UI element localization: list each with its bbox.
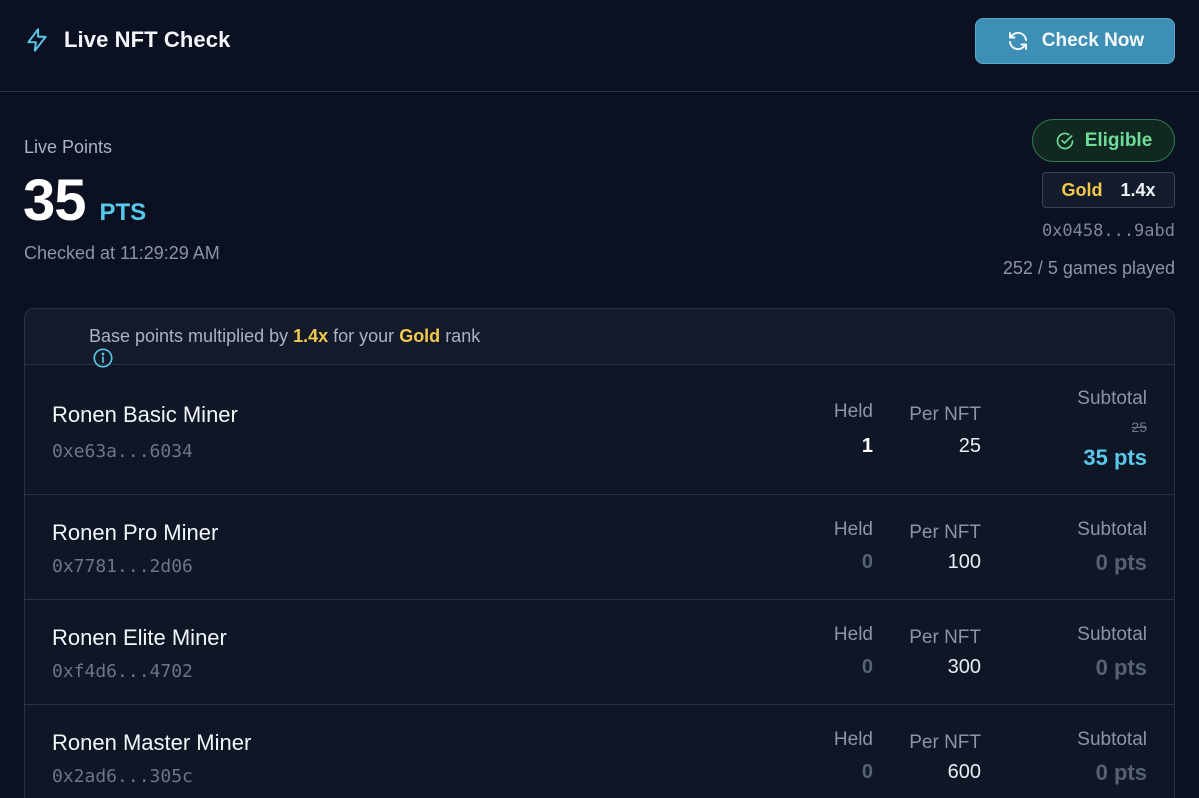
subtotal-value: 0 pts [1095, 550, 1147, 575]
points-value: 35 [23, 168, 87, 233]
nft-address: 0x7781...2d06 [52, 556, 193, 577]
info-icon [52, 326, 113, 368]
nft-row: Ronen Master Miner 0x2ad6...305c Held 0 … [25, 705, 1174, 798]
subtotal-label: Subtotal [1077, 729, 1147, 750]
nft-row: Ronen Pro Miner 0x7781...2d06 Held 0 Per… [25, 495, 1174, 600]
wallet-address: 0x0458...9abd [1041, 221, 1175, 241]
held-label: Held [833, 519, 873, 540]
held-value: 0 [861, 761, 873, 783]
subtotal-value: 0 pts [1095, 655, 1147, 680]
held-value: 0 [861, 656, 873, 678]
info-text-middle: for your [328, 326, 400, 346]
check-now-button[interactable]: Check Now [975, 18, 1175, 64]
checked-at-timestamp: Checked at 11:29:29 AM [24, 243, 220, 263]
held-value: 1 [861, 435, 873, 457]
held-label: Held [833, 401, 873, 422]
refresh-icon [1006, 29, 1030, 53]
nft-name: Ronen Elite Miner [52, 625, 227, 650]
nft-row: Ronen Basic Miner 0xe63a...6034 Held 1 P… [25, 365, 1174, 495]
page-title: Live NFT Check [64, 27, 231, 52]
base-subtotal: 25 [1131, 419, 1147, 435]
live-nft-check-page: Live NFT Check Check Now Live Points 35 … [0, 0, 1199, 798]
info-multiplier: 1.4x [293, 326, 329, 346]
info-text-prefix: Base points multiplied by [89, 326, 294, 346]
points-unit: PTS [99, 199, 147, 226]
info-text-suffix: rank [440, 326, 481, 346]
info-rank: Gold [399, 326, 441, 346]
nft-breakdown-card: Base points multiplied by 1.4x for your … [24, 308, 1175, 798]
held-label: Held [833, 729, 873, 750]
per-nft-value: 25 [958, 435, 981, 457]
check-now-label: Check Now [1041, 30, 1145, 51]
subtotal-label: Subtotal [1077, 519, 1147, 540]
rank-name: Gold [1061, 179, 1103, 200]
nft-name: Ronen Master Miner [52, 730, 252, 755]
header-title-group: Live NFT Check [24, 27, 230, 53]
eligible-label: Eligible [1084, 129, 1153, 151]
nft-address: 0xe63a...6034 [52, 441, 193, 462]
per-nft-label: Per NFT [909, 522, 981, 543]
per-nft-label: Per NFT [909, 627, 981, 648]
subtotal-value: 35 pts [1083, 445, 1147, 470]
nft-row: Ronen Elite Miner 0xf4d6...4702 Held 0 P… [25, 600, 1174, 705]
nft-address: 0x2ad6...305c [52, 766, 193, 787]
nft-name: Ronen Basic Miner [52, 402, 238, 427]
bolt-icon [24, 27, 50, 53]
per-nft-value: 600 [947, 761, 981, 783]
per-nft-label: Per NFT [909, 732, 981, 753]
nft-address: 0xf4d6...4702 [52, 661, 193, 682]
nft-name: Ronen Pro Miner [52, 520, 219, 545]
subtotal-value: 0 pts [1095, 760, 1147, 785]
held-label: Held [833, 624, 873, 645]
held-value: 0 [861, 551, 873, 573]
games-played: 252 / 5 games played [1002, 258, 1175, 278]
per-nft-value: 100 [947, 551, 981, 573]
header: Live NFT Check Check Now [0, 0, 1199, 92]
per-nft-value: 300 [947, 656, 981, 678]
subtotal-label: Subtotal [1077, 624, 1147, 645]
live-points-label: Live Points [24, 137, 113, 157]
multiplier-info-bar: Base points multiplied by 1.4x for your … [25, 309, 1174, 368]
points-display: 35 PTS [23, 168, 146, 234]
subtotal-label: Subtotal [1077, 388, 1147, 409]
rank-badge: Gold 1.4x [1042, 172, 1175, 208]
rank-multiplier: 1.4x [1120, 179, 1156, 200]
eligible-badge: Eligible [1032, 119, 1175, 162]
check-circle-icon [1055, 131, 1075, 151]
per-nft-label: Per NFT [909, 404, 981, 425]
